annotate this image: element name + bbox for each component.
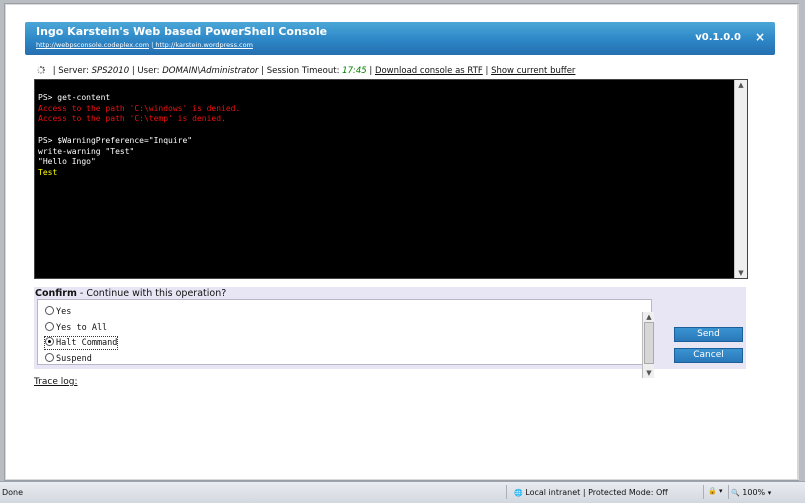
wordpress-link[interactable]: http://karstein.wordpress.com <box>155 41 253 49</box>
user-label: User: <box>137 66 160 76</box>
browser-statusbar: Done 🌐 Local intranet | Protected Mode: … <box>0 481 805 503</box>
radio-yes-to-all[interactable] <box>45 322 54 331</box>
scroll-down-icon[interactable]: ▼ <box>737 269 745 277</box>
console-line: Test <box>38 167 58 177</box>
version-label: v0.1.0.0 <box>695 32 741 43</box>
session-timeout-label: Session Timeout: <box>266 66 340 76</box>
download-rtf-link[interactable]: Download console as RTF <box>375 66 483 76</box>
radio-suspend[interactable] <box>45 353 54 362</box>
console-scrollbar[interactable]: ▲ ▼ <box>734 80 747 278</box>
confirm-options: Yes Yes to All Halt Command Suspend ▲ ▼ <box>37 299 654 378</box>
session-timeout-value: 17:45 <box>342 66 367 76</box>
confirm-title: Confirm - Continue with this operation? <box>35 288 226 299</box>
confirm-question: - Continue with this operation? <box>76 288 227 299</box>
console-line: Access to the path 'C:\temp' is denied. <box>38 114 226 124</box>
app-title: Ingo Karstein's Web based PowerShell Con… <box>36 25 328 38</box>
option-yes[interactable]: Yes <box>45 306 71 318</box>
option-suspend-label: Suspend <box>56 354 92 364</box>
console-line: PS> get-content <box>38 93 111 102</box>
console-line: write-warning "Test" <box>38 146 135 156</box>
security-zone-text: Local intranet | Protected Mode: Off <box>525 488 668 497</box>
option-suspend[interactable]: Suspend <box>45 353 92 365</box>
security-zone: 🌐 Local intranet | Protected Mode: Off <box>514 488 668 497</box>
chevron-down-icon[interactable]: ▾ <box>768 489 772 497</box>
session-status-bar: | Server: SPS2010 | User: DOMAIN\Adminis… <box>36 65 736 76</box>
console-line: Access to the path 'C:\windows' is denie… <box>38 103 241 113</box>
server-value: SPS2010 <box>91 66 130 76</box>
zoom-level: 100% <box>742 488 766 497</box>
loading-spinner-icon <box>37 66 45 74</box>
header-links: http://webpsconsole.codeplex.com | http:… <box>36 41 253 49</box>
zoom-control[interactable]: 🔍 100% ▾ <box>731 488 771 497</box>
confirm-title-bold: Confirm <box>35 288 77 299</box>
options-scroll-down-icon[interactable]: ▼ <box>645 369 653 377</box>
globe-icon: 🌐 <box>514 489 523 497</box>
option-halt-command[interactable]: Halt Command <box>43 336 119 350</box>
codeplex-link[interactable]: http://webpsconsole.codeplex.com <box>36 41 149 49</box>
scroll-up-icon[interactable]: ▲ <box>737 81 745 89</box>
console-output[interactable]: PS> get-content Access to the path 'C:\wi… <box>34 79 748 279</box>
confirm-panel: Confirm - Continue with this operation? … <box>34 287 746 378</box>
options-scroll-up-icon[interactable]: ▲ <box>645 313 653 321</box>
zoom-icon: 🔍 <box>731 489 740 497</box>
console-line: "Hello Ingo" <box>38 157 96 167</box>
page-edge <box>797 4 799 480</box>
option-yes-label: Yes <box>56 307 72 317</box>
radio-halt-command[interactable] <box>45 337 54 346</box>
browser-page: Ingo Karstein's Web based PowerShell Con… <box>4 3 799 481</box>
user-value: DOMAIN\Administrator <box>162 66 259 76</box>
option-yes-to-all[interactable]: Yes to All <box>45 322 107 334</box>
option-halt-command-label: Halt Command <box>56 338 118 348</box>
statusbar-divider <box>703 485 704 499</box>
protected-mode-icon[interactable]: 🔒 ▾ <box>708 487 722 495</box>
send-button[interactable]: Send <box>674 327 743 342</box>
app-header: Ingo Karstein's Web based PowerShell Con… <box>25 22 775 55</box>
options-scrollbar[interactable]: ▲ ▼ <box>642 312 654 378</box>
statusbar-divider <box>506 485 507 499</box>
server-label: Server: <box>58 66 89 76</box>
statusbar-divider <box>728 485 729 499</box>
close-icon[interactable]: × <box>755 30 765 44</box>
options-scroll-thumb[interactable] <box>644 322 654 364</box>
console-text: PS> get-content Access to the path 'C:\wi… <box>38 93 240 179</box>
trace-log-link[interactable]: Trace log: <box>34 377 78 387</box>
cancel-button[interactable]: Cancel <box>674 348 743 363</box>
radio-yes[interactable] <box>45 306 54 315</box>
option-yes-to-all-label: Yes to All <box>56 323 108 333</box>
show-buffer-link[interactable]: Show current buffer <box>491 66 575 76</box>
statusbar-done: Done <box>2 488 24 497</box>
console-line: PS> $WarningPreference="Inquire" <box>38 135 193 145</box>
